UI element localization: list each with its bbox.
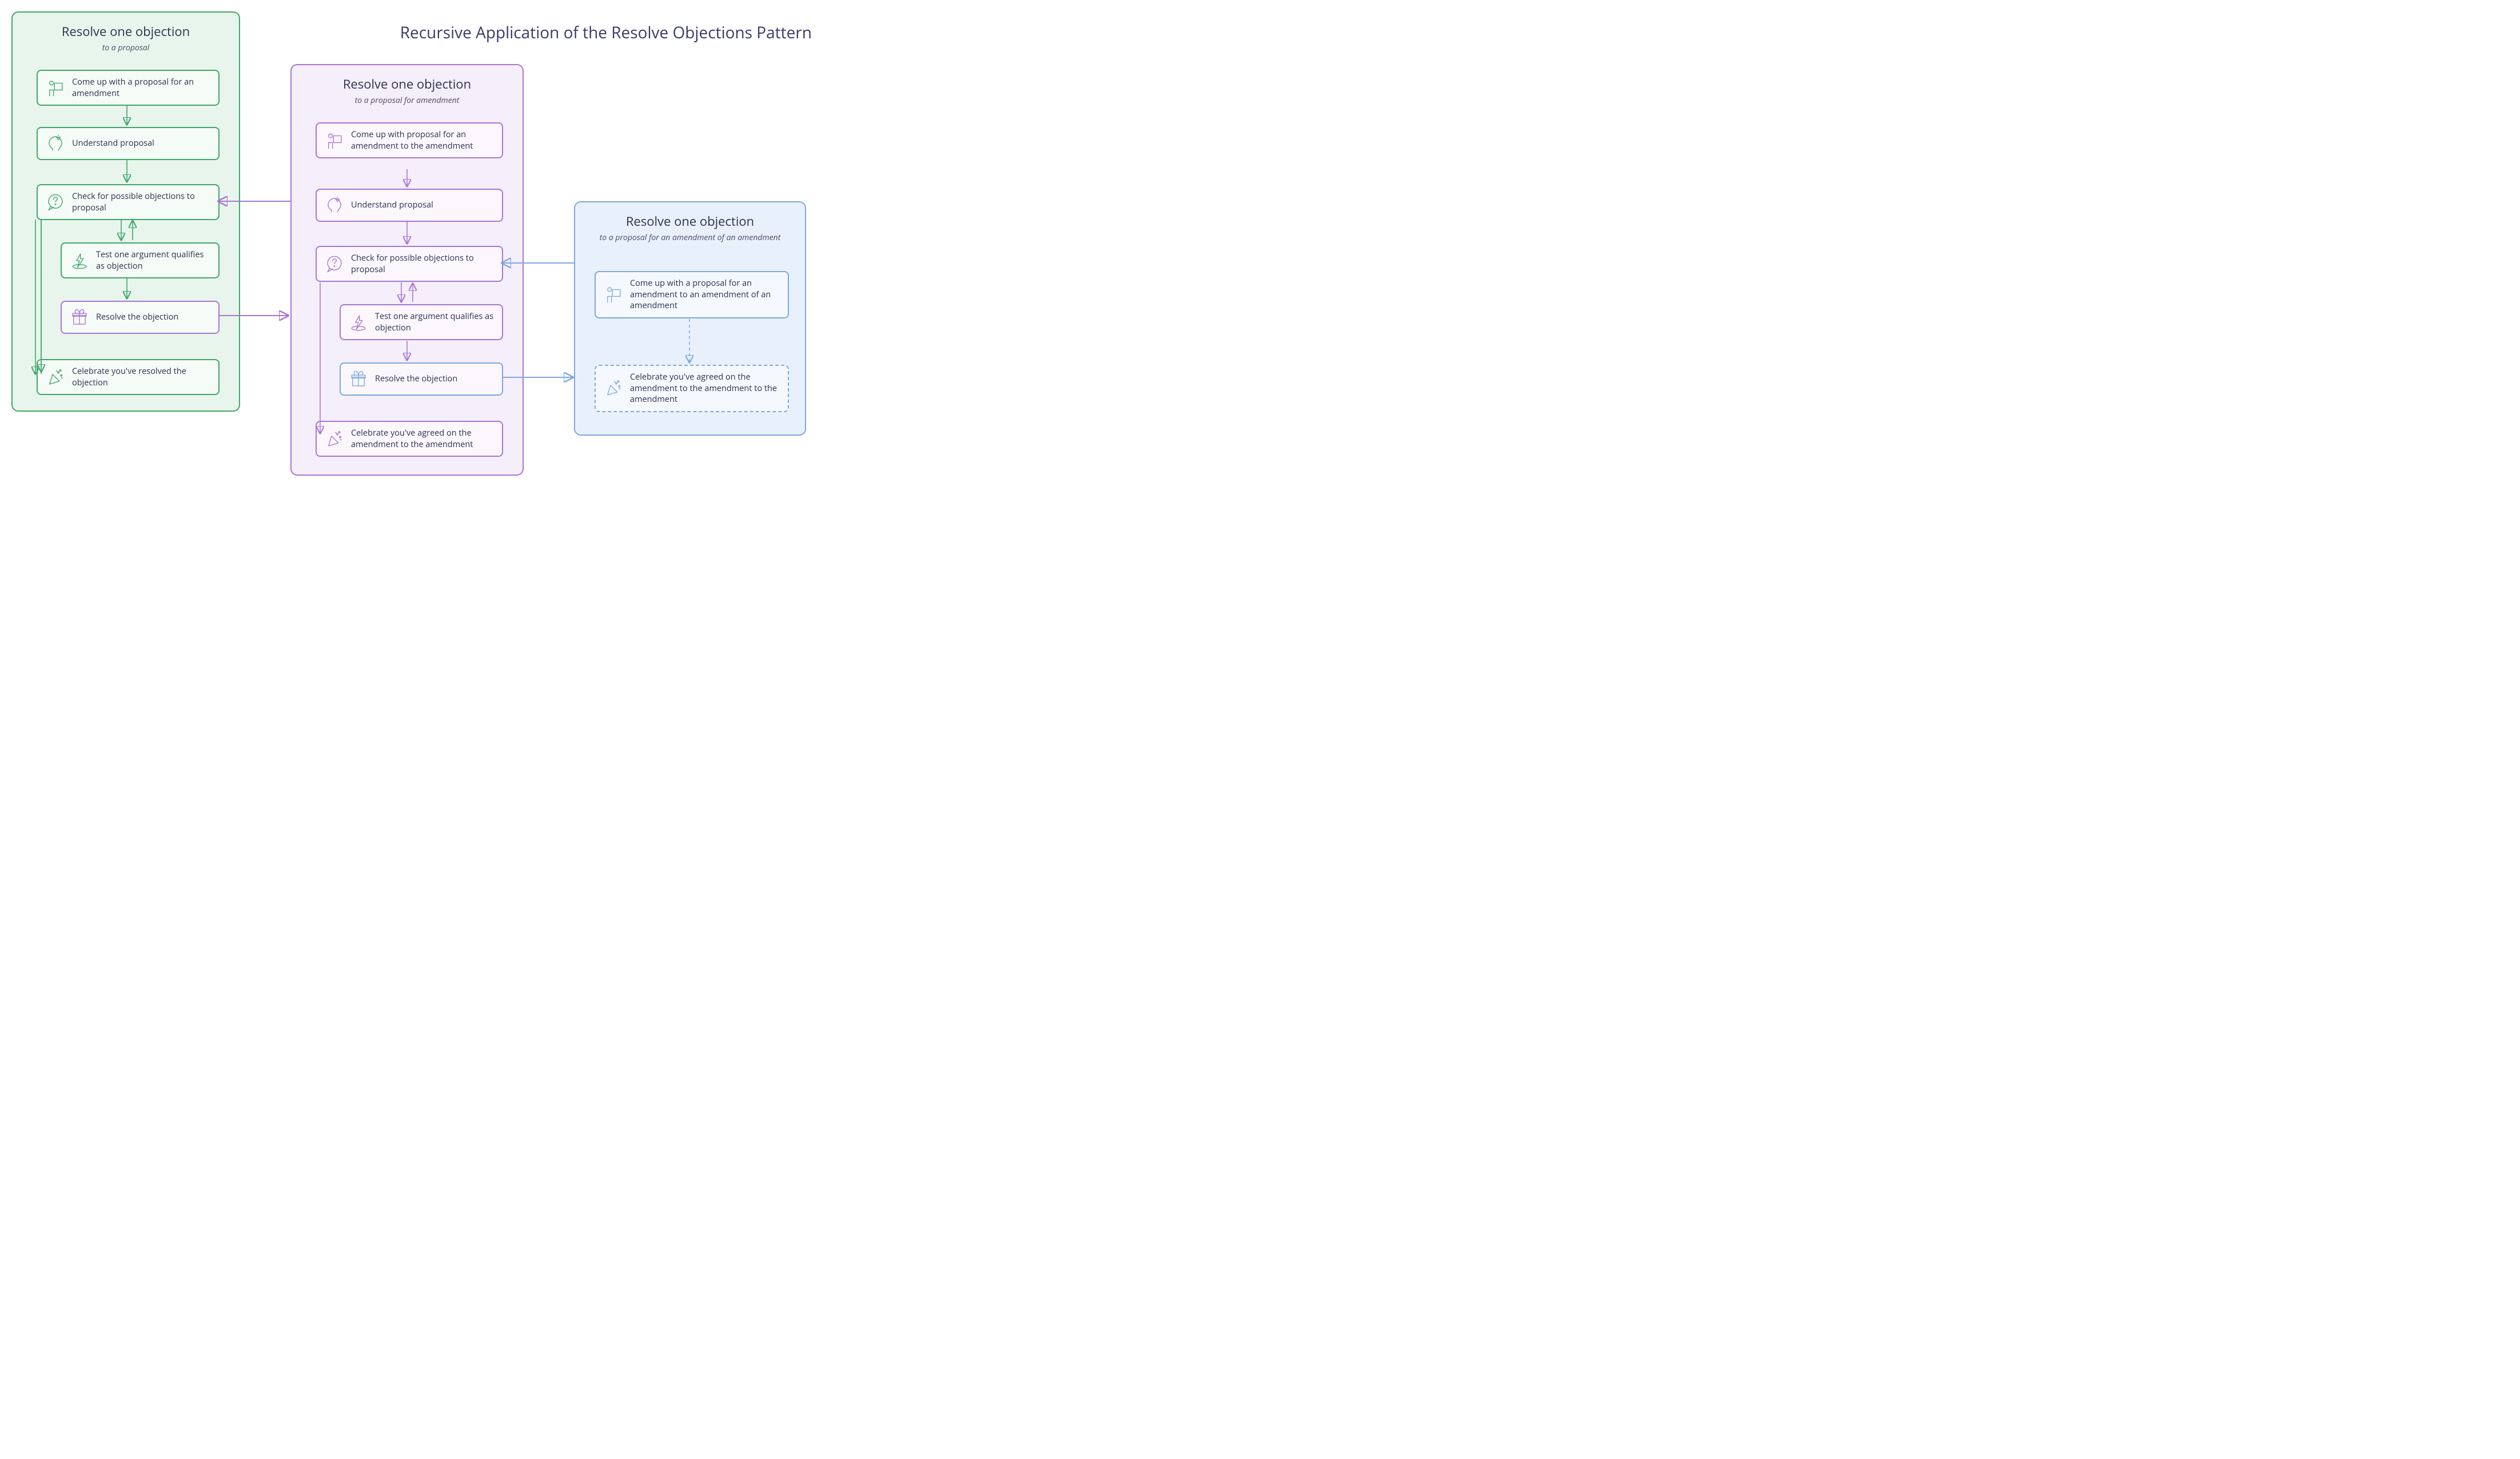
presenter-icon bbox=[325, 131, 344, 150]
step-label: Celebrate you've agreed on the amendment… bbox=[630, 372, 780, 405]
gift-icon bbox=[70, 308, 89, 327]
presenter-icon bbox=[46, 78, 65, 98]
confetti-icon bbox=[325, 429, 344, 449]
step-propose: Come up with a proposal for an amendment bbox=[37, 70, 220, 106]
presenter-icon bbox=[604, 285, 623, 304]
step-test-argument: Test one argument qualifies as objection bbox=[61, 242, 220, 278]
step-propose: Come up with a proposal for an amendment… bbox=[595, 271, 789, 318]
confetti-icon bbox=[604, 378, 623, 398]
question-bubble-icon bbox=[325, 254, 344, 274]
step-understand: Understand proposal bbox=[37, 127, 220, 160]
step-label: Celebrate you've agreed on the amendment… bbox=[351, 428, 494, 450]
panel-subtitle: to a proposal for amendment bbox=[304, 95, 510, 106]
step-celebrate: Celebrate you've agreed on the amendment… bbox=[595, 365, 789, 412]
step-resolve-objection: Resolve the objection bbox=[340, 362, 503, 396]
step-label: Resolve the objection bbox=[375, 373, 494, 385]
step-propose: Come up with proposal for an amendment t… bbox=[316, 122, 503, 158]
step-label: Understand proposal bbox=[351, 200, 494, 211]
gift-icon bbox=[349, 369, 368, 389]
lightning-ripple-icon bbox=[349, 313, 368, 332]
question-bubble-icon bbox=[46, 193, 65, 212]
step-label: Resolve the objection bbox=[96, 312, 210, 323]
step-label: Come up with proposal for an amendment t… bbox=[351, 129, 494, 152]
step-understand: Understand proposal bbox=[316, 189, 503, 222]
step-label: Understand proposal bbox=[72, 138, 210, 149]
page-title: Recursive Application of the Resolve Obj… bbox=[400, 22, 812, 43]
panel-level-3: Resolve one objection to a proposal for … bbox=[574, 201, 806, 436]
step-check-objections: Check for possible objections to proposa… bbox=[316, 246, 503, 282]
step-celebrate: Celebrate you've agreed on the amendment… bbox=[316, 421, 503, 457]
panel-level-2: Resolve one objection to a proposal for … bbox=[290, 64, 524, 476]
panel-title: Resolve one objection bbox=[588, 213, 792, 230]
lightning-ripple-icon bbox=[70, 251, 89, 270]
panel-level-1: Resolve one objection to a proposal Come… bbox=[11, 11, 240, 412]
step-resolve-objection: Resolve the objection bbox=[61, 301, 220, 334]
step-label: Test one argument qualifies as objection bbox=[96, 249, 210, 272]
step-label: Check for possible objections to proposa… bbox=[72, 191, 210, 213]
panel-title: Resolve one objection bbox=[25, 23, 226, 40]
panel-subtitle: to a proposal bbox=[25, 42, 226, 53]
step-label: Check for possible objections to proposa… bbox=[351, 253, 494, 275]
step-label: Test one argument qualifies as objection bbox=[375, 311, 494, 333]
thinking-head-icon bbox=[46, 134, 65, 153]
step-test-argument: Test one argument qualifies as objection bbox=[340, 304, 503, 340]
panel-title: Resolve one objection bbox=[304, 75, 510, 93]
step-celebrate: Celebrate you've resolved the objection bbox=[37, 359, 220, 395]
step-check-objections: Check for possible objections to proposa… bbox=[37, 184, 220, 220]
thinking-head-icon bbox=[325, 196, 344, 215]
step-label: Come up with a proposal for an amendment bbox=[72, 77, 210, 99]
panel-subtitle: to a proposal for an amendment of an ame… bbox=[588, 232, 792, 243]
step-label: Celebrate you've resolved the objection bbox=[72, 366, 210, 388]
confetti-icon bbox=[46, 368, 65, 387]
step-label: Come up with a proposal for an amendment… bbox=[630, 278, 780, 312]
